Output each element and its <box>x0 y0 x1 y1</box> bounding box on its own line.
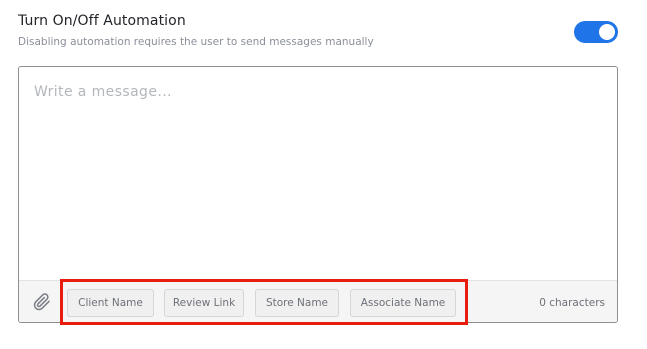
character-count: 0 characters <box>539 297 605 309</box>
automation-settings-panel: Turn On/Off Automation Disabling automat… <box>0 0 647 349</box>
message-input[interactable] <box>19 67 617 280</box>
insert-associate-name-button[interactable]: Associate Name <box>350 289 456 317</box>
toggle-knob <box>599 24 615 40</box>
paperclip-icon[interactable] <box>33 293 51 311</box>
insert-review-link-button[interactable]: Review Link <box>164 289 244 317</box>
message-composer: Client Name Review Link Store Name Assoc… <box>18 66 618 323</box>
insert-store-name-button[interactable]: Store Name <box>255 289 339 317</box>
automation-toggle[interactable] <box>574 21 618 43</box>
composer-toolbar: Client Name Review Link Store Name Assoc… <box>19 280 617 322</box>
insert-client-name-button[interactable]: Client Name <box>67 289 154 317</box>
automation-title: Turn On/Off Automation <box>18 13 186 29</box>
automation-subtitle: Disabling automation requires the user t… <box>18 36 374 48</box>
